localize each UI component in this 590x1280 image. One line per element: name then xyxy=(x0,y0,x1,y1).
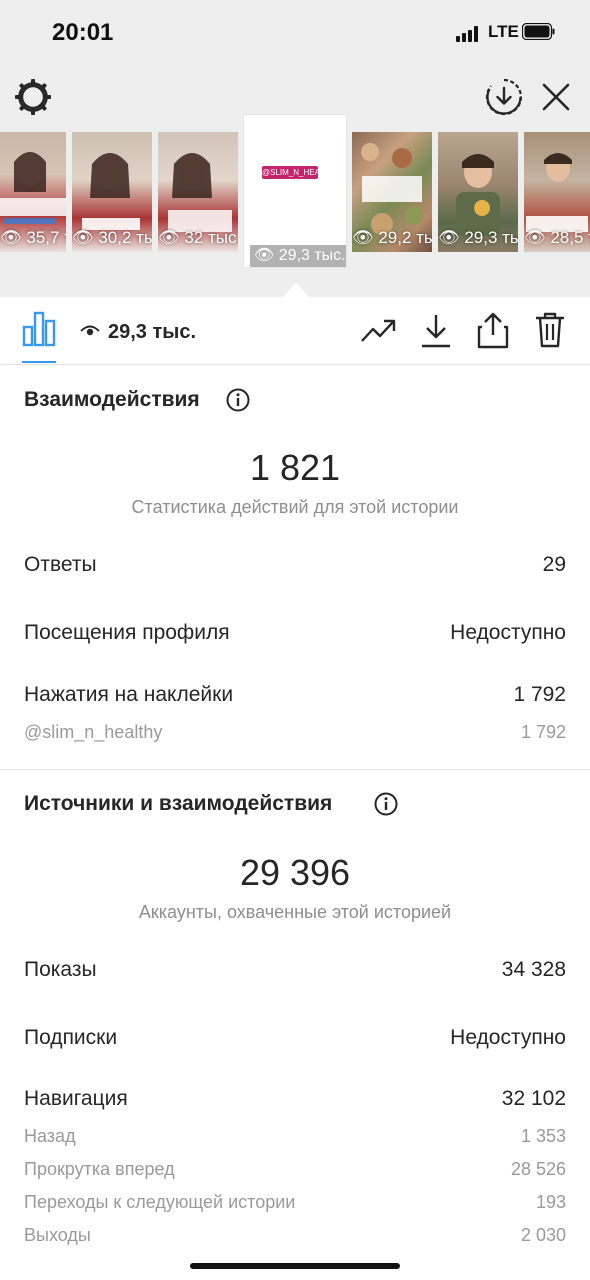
back-label: Назад xyxy=(24,1126,76,1146)
story-thumbnail[interactable]: 👁 29,2 тыс. xyxy=(352,132,432,252)
discovery-title: Источники и взаимодействия xyxy=(24,792,333,815)
navigation-value: 32 102 xyxy=(501,1087,566,1110)
impressions-value: 34 328 xyxy=(501,958,566,981)
story-views-value: 29,2 тыс. xyxy=(378,228,432,247)
story-views-label: 👁 29,2 тыс. xyxy=(352,228,432,248)
story-thumbnail[interactable]: 👁 32 тыс. xyxy=(158,132,238,252)
sticker-taps-label: Нажатия на наклейки xyxy=(24,683,234,706)
navigation-label: Навигация xyxy=(24,1087,128,1110)
insights-bar-chart-icon[interactable] xyxy=(22,311,56,347)
story-views-label: 👁 29,3 тыс. xyxy=(438,228,518,248)
next-story-value: 193 xyxy=(535,1192,566,1212)
reach-subtitle: Аккаунты, охваченные этой историей xyxy=(138,902,452,922)
exits-label: Выходы xyxy=(24,1225,91,1245)
story-thumbnail[interactable]: 👁 35,7 тыс. xyxy=(0,132,66,252)
forward-label: Прокрутка вперед xyxy=(24,1159,175,1179)
back-value: 1 353 xyxy=(520,1126,566,1146)
sticker-mention-value: 1 792 xyxy=(520,722,566,742)
views-count: 29,3 тыс. xyxy=(108,321,197,343)
exits-value: 2 030 xyxy=(520,1225,566,1245)
sticker-mention-label[interactable]: @slim_n_healthy xyxy=(24,722,162,743)
story-archive-header: 20:01 LTE 👁 35,7 👁 30,2 ты 👁 32 тыс. @SL… xyxy=(0,0,590,297)
replies-value: 29 xyxy=(542,553,566,576)
replies-label: Ответы xyxy=(24,553,97,576)
selected-pointer xyxy=(283,282,309,297)
story-views-label: 👁 32 тыс. xyxy=(158,228,238,248)
network-label: LTE xyxy=(488,22,519,41)
story-views-value: 29,3 тыс. xyxy=(278,247,346,264)
story-views-value: 35,7 тыс. xyxy=(26,228,66,247)
delete-trash-icon[interactable] xyxy=(534,311,566,349)
share-icon[interactable] xyxy=(476,311,510,349)
active-tab-indicator xyxy=(22,361,56,363)
status-bar: 20:01 LTE xyxy=(0,0,590,66)
sticker-taps-value: 1 792 xyxy=(513,683,566,706)
info-icon[interactable] xyxy=(226,388,250,412)
story-thumbnail[interactable]: 👁 28,5 тыс. xyxy=(524,132,590,252)
story-thumbnail-strip: 👁 35,7 тыс. 👁 30,2 тыс. 👁 32 тыс. @SLIM_… xyxy=(0,115,590,270)
status-time: 20:01 xyxy=(52,19,114,46)
follows-value: Недоступно xyxy=(450,1026,566,1049)
forward-value: 28 526 xyxy=(510,1159,566,1179)
story-views-label: 👁 30,2 тыс. xyxy=(72,228,152,248)
interactions-total: 1 821 xyxy=(249,447,341,488)
story-thumbnail[interactable]: 👁 29,3 тыс. xyxy=(438,132,518,252)
download-icon[interactable] xyxy=(420,313,452,349)
trending-icon[interactable] xyxy=(360,315,396,345)
download-circle-icon[interactable] xyxy=(485,78,523,116)
story-views-value: 29,3 тыс. xyxy=(464,228,518,247)
close-icon[interactable] xyxy=(540,80,572,114)
reach-total: 29 396 xyxy=(239,852,351,893)
info-icon[interactable] xyxy=(374,792,398,816)
story-views-label: 👁 35,7 тыс. xyxy=(0,228,66,248)
section-divider xyxy=(0,769,590,770)
home-indicator[interactable] xyxy=(190,1263,400,1269)
eye-icon xyxy=(80,325,100,336)
interactions-subtitle: Статистика действий для этой истории xyxy=(131,497,459,517)
impressions-label: Показы xyxy=(24,958,97,981)
story-views-label: 👁 28,5 тыс. xyxy=(524,228,590,248)
story-views-value: 30,2 тыс. xyxy=(98,228,152,247)
settings-gear-icon[interactable] xyxy=(14,78,52,116)
story-views-value: 32 тыс. xyxy=(184,228,238,247)
story-insights-toolbar: 29,3 тыс. xyxy=(0,297,590,365)
signal-icon xyxy=(456,26,484,42)
story-thumbnail[interactable]: 👁 30,2 тыс. xyxy=(72,132,152,252)
follows-label: Подписки xyxy=(24,1026,118,1049)
story-views-value: 28,5 тыс. xyxy=(550,228,590,247)
next-story-label: Переходы к следующей истории xyxy=(24,1192,296,1212)
mention-sticker: @SLIM_N_HEALTHY xyxy=(262,166,340,179)
interactions-title: Взаимодействия xyxy=(24,388,200,411)
profile-visits-value: Недоступно xyxy=(450,621,566,644)
profile-visits-label: Посещения профиля xyxy=(24,621,230,644)
story-views-label: 👁 29,3 тыс. xyxy=(250,245,346,267)
battery-icon xyxy=(522,23,555,40)
story-thumbnail-selected[interactable]: @SLIM_N_HEALTHY 👁 29,3 тыс. xyxy=(244,115,346,267)
